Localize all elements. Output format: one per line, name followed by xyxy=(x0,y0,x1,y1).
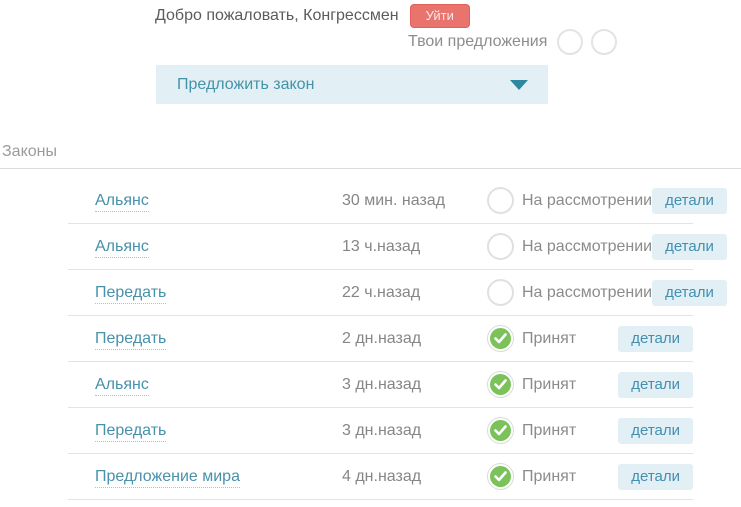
status-accepted-check-icon xyxy=(487,325,514,352)
law-status-text: На рассмотрении xyxy=(522,284,652,302)
details-button[interactable]: детали xyxy=(618,418,693,444)
law-status: Принят xyxy=(487,417,618,444)
law-status-text: Принят xyxy=(522,330,576,348)
details-button[interactable]: детали xyxy=(618,326,693,352)
laws-section-title: Законы xyxy=(2,143,57,161)
law-status: На рассмотрении xyxy=(487,279,652,306)
welcome-text: Добро пожаловать, Конгрессмен xyxy=(155,7,399,25)
law-name-link[interactable]: Альянс xyxy=(95,376,149,396)
law-name-link[interactable]: Передать xyxy=(95,422,166,442)
law-row: Альянс 30 мин. назад На рассмотрении дет… xyxy=(68,178,693,224)
law-status: Принят xyxy=(487,371,618,398)
status-accepted-check-icon xyxy=(487,371,514,398)
law-time: 2 дн.назад xyxy=(342,330,487,348)
status-pending-circle-icon xyxy=(487,233,514,260)
propose-law-dropdown[interactable]: Предложить закон xyxy=(156,65,548,104)
proposal-slot-icon[interactable] xyxy=(591,29,617,55)
law-time: 3 дн.назад xyxy=(342,376,487,394)
law-status-text: На рассмотрении xyxy=(522,238,652,256)
law-name-cell: Альянс xyxy=(68,376,342,394)
law-name-link[interactable]: Альянс xyxy=(95,192,149,212)
your-proposals-row: Твои предложения xyxy=(408,29,617,55)
law-status: Принят xyxy=(487,463,618,490)
law-name-link[interactable]: Передать xyxy=(95,284,166,304)
law-name-cell: Предложение мира xyxy=(68,468,342,486)
law-row: Передать 2 дн.назад Принят детали xyxy=(68,316,693,362)
status-accepted-check-icon xyxy=(487,463,514,490)
law-row: Передать 3 дн.назад Принят детали xyxy=(68,408,693,454)
details-button[interactable]: детали xyxy=(652,234,727,260)
laws-table: Альянс 30 мин. назад На рассмотрении дет… xyxy=(68,178,693,500)
law-status-text: Принят xyxy=(522,422,576,440)
law-name-link[interactable]: Альянс xyxy=(95,238,149,258)
law-time: 22 ч.назад xyxy=(342,284,487,302)
law-time: 30 мин. назад xyxy=(342,192,487,210)
logout-button[interactable]: Уйти xyxy=(410,4,470,28)
propose-law-label: Предложить закон xyxy=(177,76,314,94)
section-divider xyxy=(0,168,741,169)
law-name-cell: Передать xyxy=(68,284,342,302)
law-name-link[interactable]: Передать xyxy=(95,330,166,350)
law-row: Передать 22 ч.назад На рассмотрении дета… xyxy=(68,270,693,316)
law-status-text: Принят xyxy=(522,468,576,486)
status-pending-circle-icon xyxy=(487,187,514,214)
status-pending-circle-icon xyxy=(487,279,514,306)
law-name-cell: Альянс xyxy=(68,238,342,256)
law-time: 13 ч.назад xyxy=(342,238,487,256)
proposal-slot-icon[interactable] xyxy=(557,29,583,55)
law-status-text: Принят xyxy=(522,376,576,394)
law-status: На рассмотрении xyxy=(487,233,652,260)
your-proposals-label: Твои предложения xyxy=(408,33,547,51)
details-button[interactable]: детали xyxy=(652,280,727,306)
law-row: Предложение мира 4 дн.назад Принят детал… xyxy=(68,454,693,500)
details-button[interactable]: детали xyxy=(652,188,727,214)
law-status: На рассмотрении xyxy=(487,187,652,214)
caret-down-icon xyxy=(510,80,528,90)
law-name-cell: Передать xyxy=(68,330,342,348)
details-button[interactable]: детали xyxy=(618,372,693,398)
law-name-link[interactable]: Предложение мира xyxy=(95,468,240,488)
law-status: Принят xyxy=(487,325,618,352)
law-row: Альянс 3 дн.назад Принят детали xyxy=(68,362,693,408)
law-name-cell: Передать xyxy=(68,422,342,440)
law-row: Альянс 13 ч.назад На рассмотрении детали xyxy=(68,224,693,270)
law-name-cell: Альянс xyxy=(68,192,342,210)
status-accepted-check-icon xyxy=(487,417,514,444)
law-status-text: На рассмотрении xyxy=(522,192,652,210)
law-time: 3 дн.назад xyxy=(342,422,487,440)
law-time: 4 дн.назад xyxy=(342,468,487,486)
welcome-row: Добро пожаловать, Конгрессмен Уйти xyxy=(155,4,470,28)
details-button[interactable]: детали xyxy=(618,464,693,490)
